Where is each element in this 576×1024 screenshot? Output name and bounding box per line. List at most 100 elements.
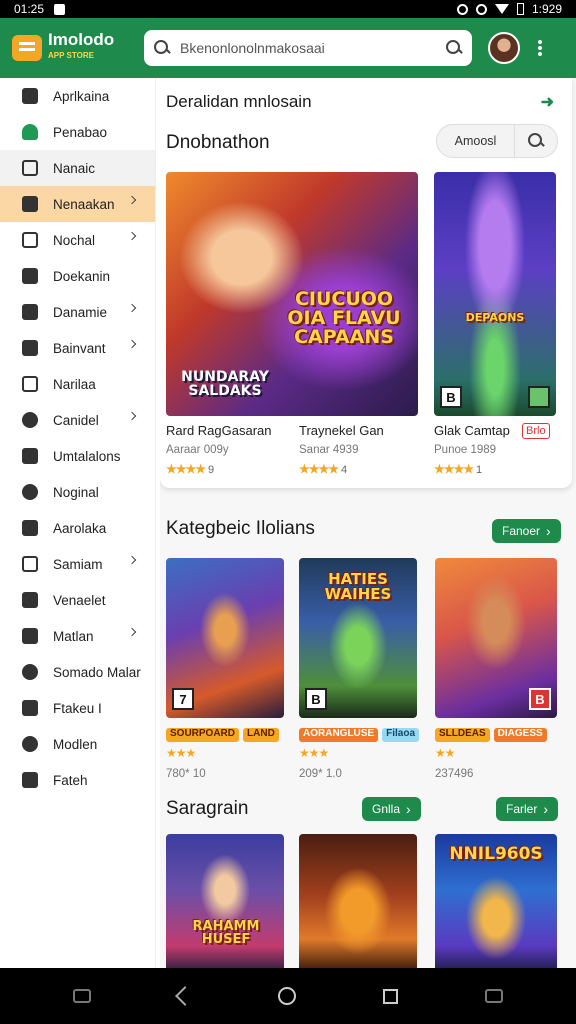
category-card-2-art-title: HATIES WAIHES bbox=[324, 570, 392, 603]
filter-pill[interactable]: Amoosl bbox=[436, 124, 558, 158]
sidebar-item-label: Danamie bbox=[53, 304, 108, 320]
filter-search-button[interactable] bbox=[515, 125, 557, 157]
sync-icon bbox=[456, 3, 468, 15]
shop-icon bbox=[22, 124, 38, 140]
sidebar-item-9[interactable]: Narilaa bbox=[0, 366, 155, 402]
main-content: Deralidan mnlosain ➜ Dnobnathon Amoosl C… bbox=[160, 78, 576, 968]
system-nav-bar bbox=[0, 968, 576, 1024]
card-2-name[interactable]: Traynekel Gan bbox=[299, 423, 384, 438]
feather-icon bbox=[22, 700, 38, 716]
sidebar-item-7[interactable]: Danamie bbox=[0, 294, 155, 330]
tools-icon bbox=[22, 340, 38, 356]
back-icon[interactable] bbox=[174, 986, 195, 1006]
chevron-right-icon bbox=[127, 231, 137, 241]
sidebar-item-3[interactable]: Nanaic bbox=[0, 150, 155, 186]
category-card-2-tags: AORANGLUSE Filaoa bbox=[299, 728, 420, 742]
featured-panel: Deralidan mnlosain ➜ Dnobnathon Amoosl C… bbox=[160, 78, 572, 488]
search-bar[interactable] bbox=[144, 30, 472, 66]
sidebar-item-1[interactable]: Aprlkaina bbox=[0, 78, 155, 114]
sidebar-item-label: Narilaa bbox=[53, 376, 96, 392]
category-card-2-image[interactable]: HATIES WAIHES B bbox=[299, 558, 417, 718]
screenshot-icon[interactable] bbox=[73, 989, 92, 1003]
section-3-card-1-image[interactable]: RAHAMM HUSEF bbox=[166, 834, 284, 968]
sidebar: Aprlkaina Penabao Nanaic Nenaakan Nochal Doek… bbox=[0, 78, 156, 968]
forward-arrow-icon[interactable]: ➜ bbox=[541, 92, 554, 112]
avatar[interactable] bbox=[488, 32, 520, 64]
section-3-button-a[interactable]: Gnlla bbox=[362, 797, 421, 821]
search-submit-icon[interactable] bbox=[446, 40, 462, 56]
card-2-rating: ★★★★ 4 bbox=[299, 462, 348, 476]
sidebar-item-4[interactable]: Nenaakan bbox=[0, 186, 155, 222]
sidebar-item-label: Samiam bbox=[53, 556, 103, 572]
app-logo[interactable]: Imolodo APP STORE bbox=[12, 31, 140, 64]
card-3-rating: ★★★★ 1 bbox=[434, 462, 483, 476]
category-card-1-rating: ★★★ bbox=[166, 746, 196, 760]
sidebar-item-label: Noginal bbox=[53, 484, 99, 500]
category-card-3-image[interactable]: B bbox=[435, 558, 557, 718]
card-badge-icon: B bbox=[305, 688, 327, 710]
logo-subtext: APP STORE bbox=[48, 51, 94, 60]
chevron-right-icon bbox=[127, 339, 137, 349]
sidebar-item-5[interactable]: Nochal bbox=[0, 222, 155, 258]
more-menu-icon[interactable] bbox=[538, 39, 542, 57]
sidebar-item-13[interactable]: Aarolaka bbox=[0, 510, 155, 546]
sidebar-item-6[interactable]: Doekanin bbox=[0, 258, 155, 294]
sidebar-item-17[interactable]: Somado Malar bbox=[0, 654, 155, 690]
sidebar-item-label: Nanaic bbox=[53, 160, 96, 176]
sidebar-item-12[interactable]: Noginal bbox=[0, 474, 155, 510]
sidebar-item-label: Aarolaka bbox=[53, 520, 107, 536]
card-3-art-title: DEPAONS bbox=[465, 311, 525, 324]
sidebar-item-20[interactable]: Fateh bbox=[0, 762, 155, 798]
sidebar-item-10[interactable]: Canidel bbox=[0, 402, 155, 438]
card-badge-icon: 7 bbox=[172, 688, 194, 710]
status-bar: 01:25 1:929 bbox=[0, 0, 576, 18]
home-icon[interactable] bbox=[278, 987, 297, 1005]
sidebar-item-label: Canidel bbox=[53, 412, 99, 428]
grid-icon bbox=[22, 448, 38, 464]
section-3-card-3-art-title: NNIL960S bbox=[449, 844, 543, 864]
logo-mark-icon bbox=[12, 35, 42, 61]
status-time: 01:25 bbox=[14, 2, 45, 16]
sidebar-item-18[interactable]: Ftakeu I bbox=[0, 690, 155, 726]
search-icon bbox=[154, 40, 170, 56]
recents-icon[interactable] bbox=[383, 988, 399, 1004]
sidebar-item-14[interactable]: Samiam bbox=[0, 546, 155, 582]
assistant-icon[interactable] bbox=[484, 989, 503, 1003]
sidebar-item-label: Penabao bbox=[53, 124, 108, 140]
section-3-card-2-image[interactable] bbox=[299, 834, 417, 968]
sidebar-item-label: Modlen bbox=[53, 736, 98, 752]
card-1-meta: Aaraar 009y bbox=[166, 444, 229, 456]
sidebar-item-2[interactable]: Penabao bbox=[0, 114, 155, 150]
category-card-3-meta: 237496 bbox=[435, 768, 474, 780]
category-card-3-tags: SLLDEAS DIAGESS bbox=[435, 728, 547, 742]
sidebar-item-label: Matlan bbox=[53, 628, 94, 644]
section-3-button-b[interactable]: Farler bbox=[496, 797, 559, 821]
user-icon bbox=[22, 196, 38, 212]
search-input[interactable] bbox=[180, 40, 436, 56]
sidebar-item-label: Nenaakan bbox=[53, 196, 115, 212]
category-card-2-rating: ★★★ bbox=[299, 746, 329, 760]
sidebar-item-16[interactable]: Matlan bbox=[0, 618, 155, 654]
home-icon bbox=[22, 88, 38, 104]
pen-icon bbox=[22, 772, 38, 788]
sidebar-item-19[interactable]: Modlen bbox=[0, 726, 155, 762]
card-3-name[interactable]: Glak Camtap bbox=[434, 423, 510, 438]
leaf-icon bbox=[22, 304, 38, 320]
circle-icon bbox=[22, 736, 38, 752]
category-card-1-image[interactable]: 7 bbox=[166, 558, 284, 718]
chevron-right-icon bbox=[127, 627, 137, 637]
section-3-card-3-image[interactable]: NNIL960S bbox=[435, 834, 557, 968]
sidebar-item-8[interactable]: Bainvant bbox=[0, 330, 155, 366]
search-icon bbox=[528, 133, 544, 149]
battery-icon bbox=[516, 3, 524, 15]
card-1-rating: ★★★★ 9 bbox=[166, 462, 215, 476]
section-2-more-button[interactable]: Fanoer bbox=[492, 519, 561, 543]
featured-card-1-image[interactable]: CIUCUOO OIA FLAVU CAPAANS NUNDARAY SALDA… bbox=[166, 172, 418, 416]
chevron-right-icon bbox=[127, 303, 137, 313]
category-card-3-rating: ★★ bbox=[435, 746, 455, 760]
sidebar-item-15[interactable]: Venaelet bbox=[0, 582, 155, 618]
filter-label[interactable]: Amoosl bbox=[437, 125, 515, 157]
sidebar-item-11[interactable]: Umtalalons bbox=[0, 438, 155, 474]
card-1-name[interactable]: Rard RagGasaran bbox=[166, 423, 272, 438]
featured-card-2-image[interactable]: DEPAONS B bbox=[434, 172, 556, 416]
